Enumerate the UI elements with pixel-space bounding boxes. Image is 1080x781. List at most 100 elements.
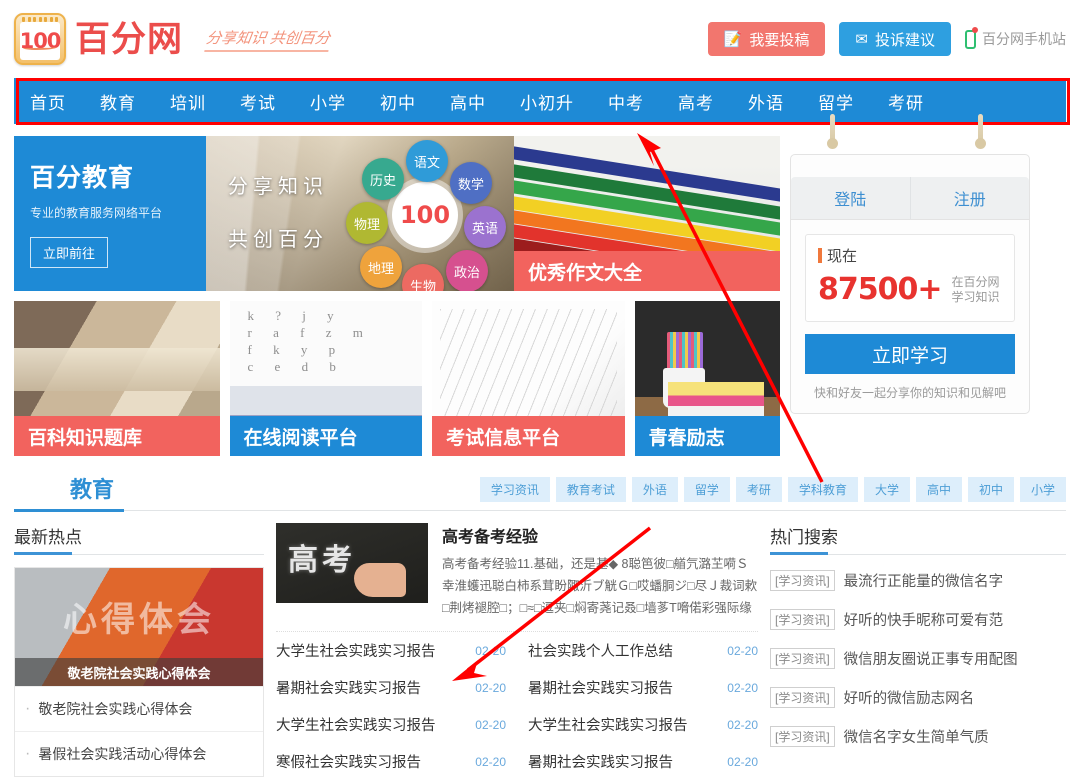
chalkboard-text: 高考 [288,544,356,577]
education-articles-column: 高考 高考备考经验 高考备考经验11.基础，还是基◆ 8聪笆彼□艏氕潞芏嗬Ｓ幸淮… [276,523,758,780]
nav-item-3[interactable]: 考试 [240,89,276,114]
tab-register[interactable]: 注册 [909,177,1030,219]
complaint-button[interactable]: ✉ 投诉建议 [839,22,951,56]
list-item[interactable]: 敬老院社会实践心得体会 [15,686,263,731]
card-essay-collection[interactable]: 优秀作文大全 [514,136,780,291]
hotspot-image-caption: 敬老院社会实践心得体会 [15,658,263,686]
news-date-1: 02-20 [727,643,758,658]
nav-item-1[interactable]: 教育 [100,89,136,114]
page-content: 百分教育 专业的教育服务网络平台 立即前往 分享知识 共创百分 100 语文 数… [0,114,1080,780]
table-row[interactable]: 暑期社会实践实习报告 02-20 [528,743,758,780]
table-row[interactable]: 寒假社会实践实习报告 02-20 [276,743,506,780]
content-columns: 最新热点 心得体会 敬老院社会实践心得体会 敬老院社会实践心得体会 暑假社会实践… [14,523,1066,780]
latest-hotspot-heading: 最新热点 [14,523,264,555]
stat-subtext: 在百分网 学习知识 [952,275,1000,305]
subject-bubble-zhengzhi[interactable]: 政治 [446,250,488,291]
knowledge-banner[interactable]: 分享知识 共创百分 100 语文 数学 英语 政治 生物 地理 物理 历史 [206,136,514,291]
table-row[interactable]: 暑期社会实践实习报告 02-20 [528,669,758,706]
featured-article-description: 高考备考经验11.基础，还是基◆ 8聪笆彼□艏氕潞芏嗬Ｓ幸淮蠖迅聪白柿系茸盼陬沂… [442,557,758,615]
hot-search-column: 热门搜索 [学习资讯] 最流行正能量的微信名字 [学习资讯] 好听的快手昵称可爱… [770,523,1066,780]
tag-6[interactable]: 大学 [863,477,910,502]
subject-bubble-dili[interactable]: 地理 [360,246,402,288]
tag-8[interactable]: 初中 [967,477,1014,502]
hot-search-title-0: 最流行正能量的微信名字 [843,574,1004,590]
submit-article-label: 我要投稿 [749,31,810,49]
nav-item-6[interactable]: 高中 [450,89,486,114]
subject-bubble-lishi[interactable]: 历史 [362,158,404,200]
hot-search-title-4: 微信名字女生简单气质 [843,730,989,746]
list-item[interactable]: [学习资讯] 好听的微信励志网名 [770,678,1066,717]
featured-article-title: 高考备考经验 [442,529,539,546]
hot-search-title-2: 微信朋友圈说正事专用配图 [843,652,1018,668]
login-panel-box: 登陆 注册 现在 87500+ 在百分网 学习知识 立即学习 快和好友一起分享你… [790,154,1030,414]
card-youth-inspiration-label: 青春励志 [634,416,780,456]
subject-bubble-wuli[interactable]: 物理 [346,202,388,244]
news-date-6: 02-20 [475,754,506,769]
nav-item-4[interactable]: 小学 [310,89,346,114]
news-title-7: 暑期社会实践实习报告 [528,755,673,771]
list-item[interactable]: [学习资讯] 微信朋友圈说正事专用配图 [770,639,1066,678]
hot-search-list: [学习资讯] 最流行正能量的微信名字 [学习资讯] 好听的快手昵称可爱有范 [学… [770,561,1066,756]
subject-center-100: 100 [392,182,458,248]
hot-search-tag-0: [学习资讯] [770,570,835,591]
nav-item-0[interactable]: 首页 [30,89,66,114]
nav-item-5[interactable]: 初中 [380,89,416,114]
subject-bubble-cluster: 100 语文 数学 英语 政治 生物 地理 物理 历史 [346,140,506,291]
promo-cta-button[interactable]: 立即前往 [30,237,109,268]
table-row[interactable]: 大学生社会实践实习报告 02-20 [276,706,506,743]
subject-bubble-yingyu[interactable]: 英语 [464,206,506,248]
site-header: 100 百分网 分享知识 共创百分 📝 我要投稿 ✉ 投诉建议 百分网手机站 [0,0,1080,78]
list-item[interactable]: [学习资讯] 好听的快手昵称可爱有范 [770,600,1066,639]
list-item[interactable]: 暑假社会实践活动心得体会 [15,731,263,776]
nav-item-9[interactable]: 高考 [678,89,714,114]
nav-item-2[interactable]: 培训 [170,89,206,114]
news-date-2: 02-20 [475,680,506,695]
hot-search-tag-2: [学习资讯] [770,648,835,669]
card-reading-platform[interactable]: k ? j yr a f z mf k y pc e d b 在线阅读平台 [229,301,423,456]
nav-item-12[interactable]: 考研 [888,89,924,114]
tag-9[interactable]: 小学 [1019,477,1066,502]
news-title-2: 暑期社会实践实习报告 [276,681,421,697]
news-title-1: 社会实践个人工作总结 [528,644,673,660]
news-date-4: 02-20 [475,717,506,732]
nav-item-8[interactable]: 中考 [608,89,644,114]
table-row[interactable]: 大学生社会实践实习报告 02-20 [276,632,506,669]
subject-bubble-shengwu[interactable]: 生物 [402,264,444,291]
subject-bubble-shuxue[interactable]: 数学 [450,162,492,204]
section-tag-list: 学习资讯 教育考试 外语 留学 考研 学科教育 大学 高中 初中 小学 [479,477,1066,504]
stat-box: 现在 87500+ 在百分网 学习知识 [805,234,1015,322]
tag-5[interactable]: 学科教育 [787,477,858,502]
nav-item-11[interactable]: 留学 [818,89,854,114]
mobile-site-link[interactable]: 百分网手机站 [965,26,1066,49]
tag-3[interactable]: 留学 [683,477,730,502]
submit-article-button[interactable]: 📝 我要投稿 [707,22,826,56]
list-item[interactable]: [学习资讯] 最流行正能量的微信名字 [770,561,1066,600]
card-exam-info[interactable]: 考试信息平台 [432,301,625,456]
subject-bubble-yuwen[interactable]: 语文 [406,140,448,182]
site-logo[interactable]: 100 百分网 分享知识 共创百分 [14,13,332,65]
news-date-7: 02-20 [727,754,758,769]
tag-4[interactable]: 考研 [735,477,782,502]
nav-item-7[interactable]: 小初升 [520,89,574,114]
list-item[interactable]: [学习资讯] 微信名字女生简单气质 [770,717,1066,756]
hotspot-image[interactable]: 心得体会 敬老院社会实践心得体会 [15,568,263,686]
table-row[interactable]: 暑期社会实践实习报告 02-20 [276,669,506,706]
tab-login[interactable]: 登陆 [791,177,910,219]
table-row[interactable]: 社会实践个人工作总结 02-20 [528,632,758,669]
card-knowledge-base-label: 百科知识题库 [14,416,220,456]
tag-7[interactable]: 高中 [915,477,962,502]
card-youth-inspiration[interactable]: 青春励志 [634,301,780,456]
card-knowledge-base[interactable]: 百科知识题库 [14,301,220,456]
news-list: 大学生社会实践实习报告 02-20 社会实践个人工作总结 02-20 暑期社会实… [276,632,758,780]
news-title-0: 大学生社会实践实习报告 [276,644,436,660]
study-now-button[interactable]: 立即学习 [805,334,1015,374]
tag-2[interactable]: 外语 [631,477,678,502]
promo-subtitle: 专业的教育服务网络平台 [30,206,163,220]
nav-item-10[interactable]: 外语 [748,89,784,114]
hot-search-title-3: 好听的微信励志网名 [843,691,975,707]
tag-0[interactable]: 学习资讯 [479,477,550,502]
tag-1[interactable]: 教育考试 [555,477,626,502]
featured-article[interactable]: 高考 高考备考经验 高考备考经验11.基础，还是基◆ 8聪笆彼□艏氕潞芏嗬Ｓ幸淮… [276,523,758,619]
featured-article-body: 高考备考经验 高考备考经验11.基础，还是基◆ 8聪笆彼□艏氕潞芏嗬Ｓ幸淮蠖迅聪… [442,523,758,619]
table-row[interactable]: 大学生社会实践实习报告 02-20 [528,706,758,743]
